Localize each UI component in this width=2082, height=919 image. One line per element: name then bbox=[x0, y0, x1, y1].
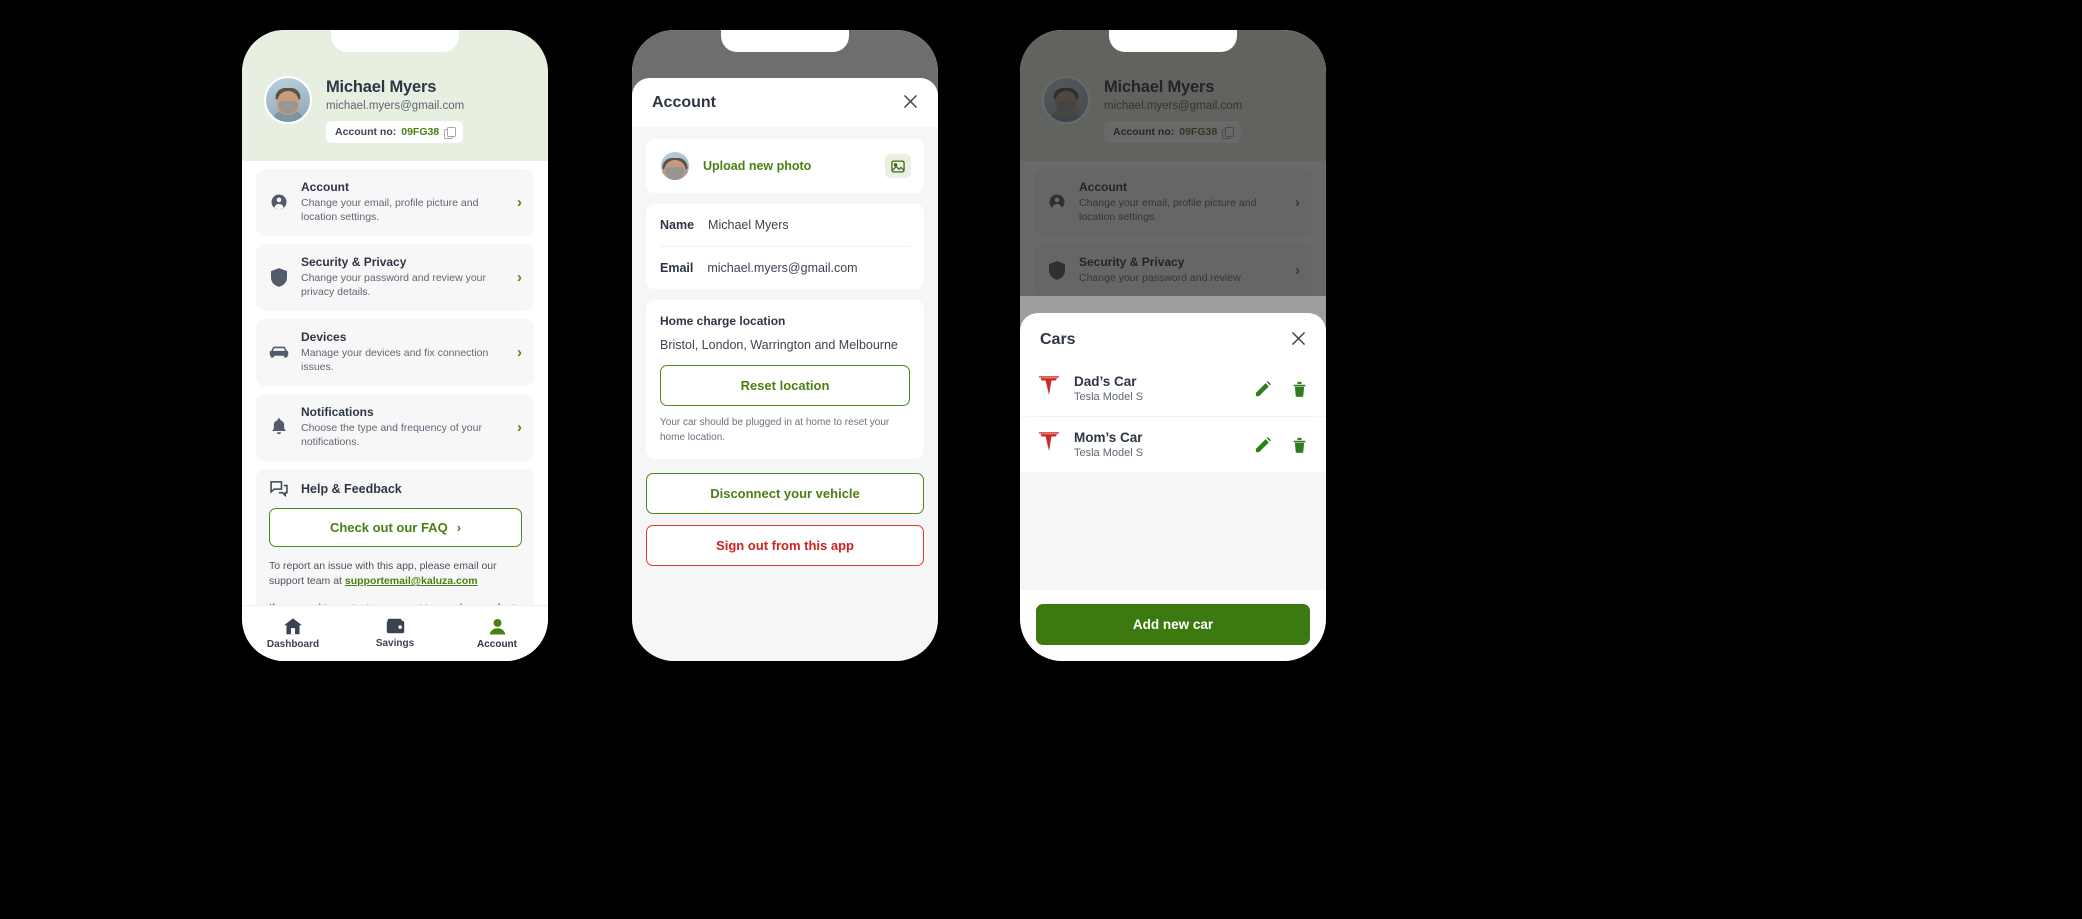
support-email-link[interactable]: supportemail@kaluza.com bbox=[345, 575, 478, 587]
list-item-title: Account bbox=[301, 180, 349, 194]
list-item-subtitle: Choose the type and frequency of your no… bbox=[301, 421, 482, 449]
check-faq-button[interactable]: Check out our FAQ › bbox=[269, 507, 522, 547]
home-charge-location-card: Home charge location Bristol, London, Wa… bbox=[646, 300, 924, 460]
close-icon[interactable] bbox=[1291, 331, 1306, 349]
car-model: Tesla Model S bbox=[1074, 391, 1144, 403]
trash-icon[interactable] bbox=[1288, 434, 1310, 456]
image-icon[interactable] bbox=[885, 154, 911, 178]
chevron-right-icon: › bbox=[517, 268, 522, 286]
sheet-body: Upload new photo Name Michael Myers Emai… bbox=[632, 127, 938, 582]
car-icon bbox=[269, 345, 289, 359]
field-label: Email bbox=[660, 261, 694, 275]
upload-photo-label: Upload new photo bbox=[703, 159, 812, 173]
list-item-title: Security & Privacy bbox=[301, 254, 407, 269]
avatar bbox=[264, 76, 312, 124]
cars-list: Dad’s Car Tesla Model S Mom’s Car Tesla … bbox=[1020, 361, 1326, 590]
chevron-right-icon: › bbox=[456, 519, 462, 535]
tab-savings[interactable]: Savings bbox=[344, 618, 446, 649]
account-number-value: 09FG38 bbox=[401, 126, 440, 138]
chevron-right-icon: › bbox=[517, 343, 522, 361]
sheet-title: Cars bbox=[1040, 331, 1076, 348]
disconnect-vehicle-button[interactable]: Disconnect your vehicle bbox=[646, 473, 924, 515]
car-name: Dad’s Car bbox=[1074, 374, 1137, 389]
account-icon bbox=[489, 618, 505, 635]
car-model: Tesla Model S bbox=[1074, 447, 1144, 459]
sheet-header: Account bbox=[632, 78, 938, 127]
phone-notch bbox=[721, 30, 849, 52]
person-icon bbox=[269, 193, 289, 211]
phone-3-screen: Michael Myers michael.myers@gmail.com Ac… bbox=[1020, 30, 1326, 661]
profile-fields-card: Name Michael Myers Email michael.myers@g… bbox=[646, 204, 924, 289]
car-name: Mom’s Car bbox=[1074, 430, 1143, 445]
phone-1-screen: Michael Myers michael.myers@gmail.com Ac… bbox=[242, 30, 548, 661]
tesla-logo-icon bbox=[1036, 432, 1062, 457]
cars-sheet-header: Cars bbox=[1020, 313, 1326, 361]
chat-icon bbox=[269, 480, 289, 497]
location-note: Your car should be plugged in at home to… bbox=[660, 417, 890, 443]
field-value: michael.myers@gmail.com bbox=[707, 261, 858, 275]
sheet-title: Account bbox=[652, 94, 716, 111]
phone-mockup-3: Michael Myers michael.myers@gmail.com Ac… bbox=[1020, 30, 1326, 661]
list-item-title: Devices bbox=[301, 329, 347, 344]
bell-icon bbox=[269, 418, 289, 436]
settings-list: Account Change your email, profile pictu… bbox=[242, 161, 548, 461]
phone-notch bbox=[1109, 30, 1237, 52]
pencil-icon[interactable] bbox=[1252, 434, 1274, 456]
list-item-subtitle: Change your email, profile picture and l… bbox=[301, 197, 479, 224]
list-item-title: Notifications bbox=[301, 404, 374, 419]
screenshot-stage: Michael Myers michael.myers@gmail.com Ac… bbox=[0, 0, 2082, 919]
list-item-account[interactable]: Account Change your email, profile pictu… bbox=[256, 169, 534, 236]
field-name[interactable]: Name Michael Myers bbox=[646, 204, 924, 246]
page-title: Michael Myers bbox=[326, 78, 437, 96]
list-item[interactable]: Dad’s Car Tesla Model S bbox=[1020, 361, 1326, 416]
list-item-notifications[interactable]: Notifications Choose the type and freque… bbox=[256, 393, 534, 461]
account-number-label: Account no: bbox=[335, 126, 397, 138]
chevron-right-icon: › bbox=[517, 418, 522, 436]
copy-icon[interactable] bbox=[444, 126, 456, 139]
add-new-car-button[interactable]: Add new car bbox=[1036, 604, 1310, 645]
account-sheet: Account Upload new photo Name Michael My… bbox=[632, 78, 938, 661]
location-value: Bristol, London, Warrington and Melbourn… bbox=[660, 338, 898, 352]
faq-button-label: Check out our FAQ bbox=[329, 519, 448, 535]
close-icon[interactable] bbox=[903, 94, 918, 112]
tab-account[interactable]: Account bbox=[446, 618, 548, 650]
cars-sheet: Cars Dad’s Car Tesla Model S Mom’s Car T… bbox=[1020, 313, 1326, 661]
trash-icon[interactable] bbox=[1288, 378, 1310, 400]
wallet-icon bbox=[386, 618, 404, 634]
profile-email: michael.myers@gmail.com bbox=[326, 100, 465, 112]
tab-label: Account bbox=[477, 638, 517, 650]
list-item[interactable]: Mom’s Car Tesla Model S bbox=[1020, 417, 1326, 472]
phone-mockup-1: Michael Myers michael.myers@gmail.com Ac… bbox=[242, 30, 548, 661]
sign-out-button[interactable]: Sign out from this app bbox=[646, 525, 924, 567]
list-item-devices[interactable]: Devices Manage your devices and fix conn… bbox=[256, 318, 534, 386]
location-title: Home charge location bbox=[660, 314, 786, 328]
phone-2-screen: Account Upload new photo Name Michael My… bbox=[632, 30, 938, 661]
list-item-subtitle: Change your password and review your pri… bbox=[301, 271, 487, 299]
help-feedback-title: Help & Feedback bbox=[301, 481, 402, 496]
phone-mockup-2: Account Upload new photo Name Michael My… bbox=[632, 30, 938, 661]
upload-photo-card[interactable]: Upload new photo bbox=[646, 139, 924, 193]
reset-location-button[interactable]: Reset location bbox=[660, 365, 910, 407]
account-number-pill[interactable]: Account no: 09FG38 bbox=[326, 121, 464, 143]
bottom-tab-bar: Dashboard Savings Account bbox=[242, 605, 548, 661]
tab-label: Savings bbox=[375, 638, 415, 649]
support-paragraph-1: To report an issue with this app, please… bbox=[269, 559, 522, 589]
list-item-subtitle: Manage your devices and fix connection i… bbox=[301, 346, 489, 374]
tab-dashboard[interactable]: Dashboard bbox=[242, 617, 344, 650]
field-value: Michael Myers bbox=[708, 218, 789, 232]
tab-label: Dashboard bbox=[266, 638, 320, 650]
home-icon bbox=[284, 617, 302, 634]
pencil-icon[interactable] bbox=[1252, 378, 1274, 400]
phone-notch bbox=[331, 30, 459, 52]
tesla-logo-icon bbox=[1036, 376, 1062, 401]
field-label: Name bbox=[660, 218, 695, 232]
chevron-right-icon: › bbox=[517, 193, 522, 211]
field-email[interactable]: Email michael.myers@gmail.com bbox=[646, 247, 924, 289]
avatar bbox=[659, 150, 691, 182]
list-item-security-privacy[interactable]: Security & Privacy Change your password … bbox=[256, 243, 534, 311]
shield-icon bbox=[269, 268, 289, 287]
